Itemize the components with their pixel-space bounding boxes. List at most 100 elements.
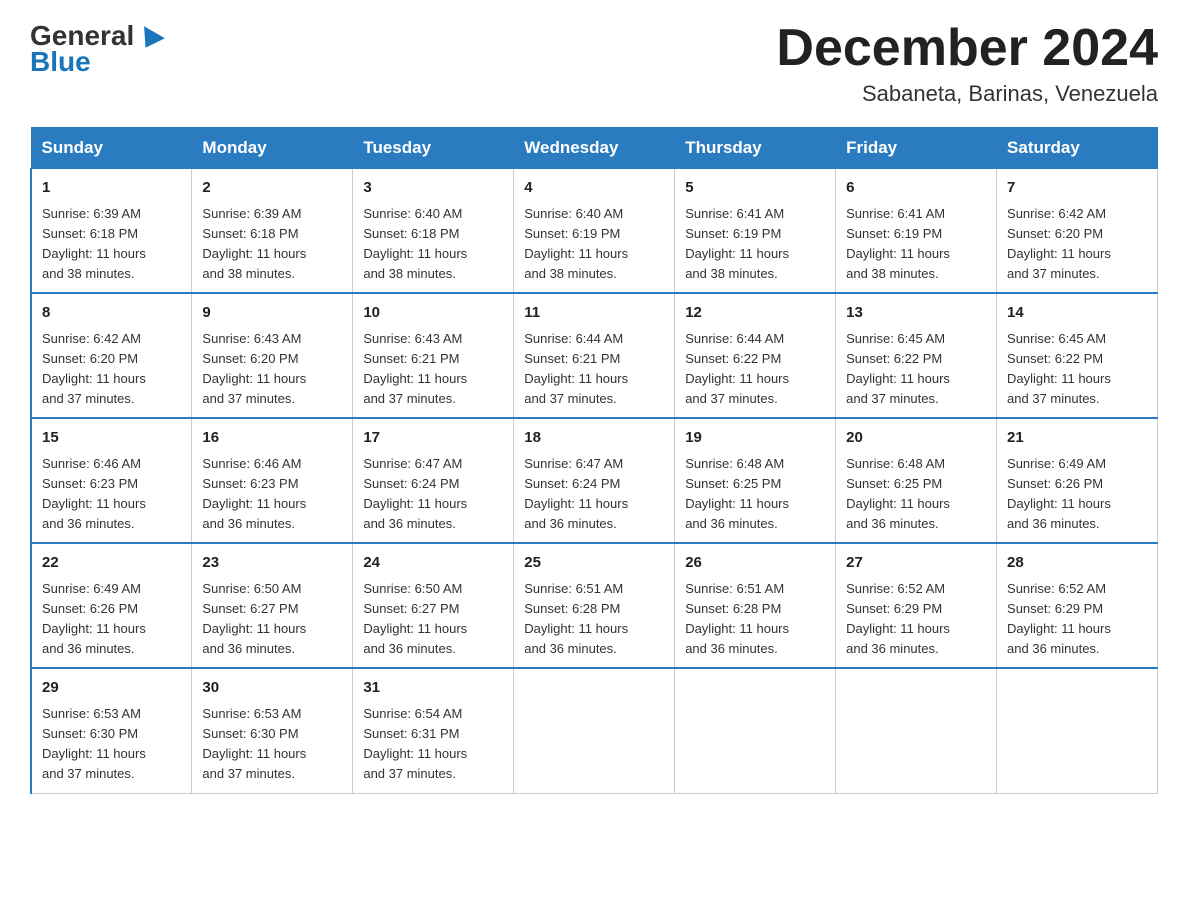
- day-cell: 23 Sunrise: 6:50 AM Sunset: 6:27 PM Dayli…: [192, 543, 353, 668]
- day-info: Sunrise: 6:51 AM Sunset: 6:28 PM Dayligh…: [685, 579, 825, 660]
- day-cell: [836, 668, 997, 793]
- day-number: 28: [1007, 552, 1147, 575]
- day-cell: 12Sunrise: 6:44 AM Sunset: 6:22 PM Dayli…: [675, 293, 836, 418]
- day-cell: 28 Sunrise: 6:52 AM Sunset: 6:29 PM Dayli…: [997, 543, 1158, 668]
- day-cell: 8 Sunrise: 6:42 AM Sunset: 6:20 PM Daylig…: [31, 293, 192, 418]
- day-number: 6: [846, 177, 986, 200]
- header-cell-sunday: Sunday: [31, 128, 192, 169]
- day-cell: 31 Sunrise: 6:54 AM Sunset: 6:31 PM Dayli…: [353, 668, 514, 793]
- day-cell: 25 Sunrise: 6:51 AM Sunset: 6:28 PM Dayli…: [514, 543, 675, 668]
- day-cell: 5Sunrise: 6:41 AM Sunset: 6:19 PM Daylig…: [675, 169, 836, 294]
- day-info: Sunrise: 6:46 AM Sunset: 6:23 PM Dayligh…: [202, 454, 342, 535]
- day-cell: 9 Sunrise: 6:43 AM Sunset: 6:20 PM Daylig…: [192, 293, 353, 418]
- day-number: 23: [202, 552, 342, 575]
- day-cell: 24 Sunrise: 6:50 AM Sunset: 6:27 PM Dayli…: [353, 543, 514, 668]
- day-info: Sunrise: 6:50 AM Sunset: 6:27 PM Dayligh…: [363, 579, 503, 660]
- day-number: 4: [524, 177, 664, 200]
- day-cell: [675, 668, 836, 793]
- day-info: Sunrise: 6:41 AM Sunset: 6:19 PM Dayligh…: [846, 204, 986, 285]
- day-number: 11: [524, 302, 664, 325]
- day-info: Sunrise: 6:49 AM Sunset: 6:26 PM Dayligh…: [42, 579, 181, 660]
- day-number: 21: [1007, 427, 1147, 450]
- logo: General Blue: [30, 20, 166, 78]
- header-cell-tuesday: Tuesday: [353, 128, 514, 169]
- header-cell-friday: Friday: [836, 128, 997, 169]
- day-number: 9: [202, 302, 342, 325]
- header-row: SundayMondayTuesdayWednesdayThursdayFrid…: [31, 128, 1158, 169]
- day-number: 29: [42, 677, 181, 700]
- day-number: 25: [524, 552, 664, 575]
- day-info: Sunrise: 6:52 AM Sunset: 6:29 PM Dayligh…: [1007, 579, 1147, 660]
- day-cell: 17Sunrise: 6:47 AM Sunset: 6:24 PM Dayli…: [353, 418, 514, 543]
- week-row-5: 29 Sunrise: 6:53 AM Sunset: 6:30 PM Dayli…: [31, 668, 1158, 793]
- day-info: Sunrise: 6:53 AM Sunset: 6:30 PM Dayligh…: [202, 704, 342, 785]
- day-number: 27: [846, 552, 986, 575]
- day-info: Sunrise: 6:54 AM Sunset: 6:31 PM Dayligh…: [363, 704, 503, 785]
- day-cell: [514, 668, 675, 793]
- day-number: 26: [685, 552, 825, 575]
- calendar-header: SundayMondayTuesdayWednesdayThursdayFrid…: [31, 128, 1158, 169]
- day-info: Sunrise: 6:49 AM Sunset: 6:26 PM Dayligh…: [1007, 454, 1147, 535]
- day-cell: [997, 668, 1158, 793]
- logo-triangle-icon: [135, 26, 165, 54]
- day-info: Sunrise: 6:45 AM Sunset: 6:22 PM Dayligh…: [1007, 329, 1147, 410]
- day-info: Sunrise: 6:40 AM Sunset: 6:18 PM Dayligh…: [363, 204, 503, 285]
- day-info: Sunrise: 6:47 AM Sunset: 6:24 PM Dayligh…: [524, 454, 664, 535]
- day-number: 17: [363, 427, 503, 450]
- day-number: 12: [685, 302, 825, 325]
- title-section: December 2024 Sabaneta, Barinas, Venezue…: [776, 20, 1158, 107]
- day-number: 3: [363, 177, 503, 200]
- day-cell: 15 Sunrise: 6:46 AM Sunset: 6:23 PM Dayli…: [31, 418, 192, 543]
- day-info: Sunrise: 6:48 AM Sunset: 6:25 PM Dayligh…: [846, 454, 986, 535]
- day-cell: 4 Sunrise: 6:40 AM Sunset: 6:19 PM Daylig…: [514, 169, 675, 294]
- page-header: General Blue December 2024 Sabaneta, Bar…: [30, 20, 1158, 107]
- day-cell: 14 Sunrise: 6:45 AM Sunset: 6:22 PM Dayli…: [997, 293, 1158, 418]
- day-number: 24: [363, 552, 503, 575]
- day-info: Sunrise: 6:43 AM Sunset: 6:20 PM Dayligh…: [202, 329, 342, 410]
- day-info: Sunrise: 6:44 AM Sunset: 6:21 PM Dayligh…: [524, 329, 664, 410]
- day-cell: 18 Sunrise: 6:47 AM Sunset: 6:24 PM Dayli…: [514, 418, 675, 543]
- day-number: 20: [846, 427, 986, 450]
- day-cell: 13Sunrise: 6:45 AM Sunset: 6:22 PM Dayli…: [836, 293, 997, 418]
- day-info: Sunrise: 6:52 AM Sunset: 6:29 PM Dayligh…: [846, 579, 986, 660]
- day-info: Sunrise: 6:53 AM Sunset: 6:30 PM Dayligh…: [42, 704, 181, 785]
- header-cell-thursday: Thursday: [675, 128, 836, 169]
- day-cell: 6 Sunrise: 6:41 AM Sunset: 6:19 PM Daylig…: [836, 169, 997, 294]
- day-number: 10: [363, 302, 503, 325]
- day-info: Sunrise: 6:42 AM Sunset: 6:20 PM Dayligh…: [42, 329, 181, 410]
- day-cell: 7Sunrise: 6:42 AM Sunset: 6:20 PM Daylig…: [997, 169, 1158, 294]
- day-cell: 1Sunrise: 6:39 AM Sunset: 6:18 PM Daylig…: [31, 169, 192, 294]
- day-cell: 29 Sunrise: 6:53 AM Sunset: 6:30 PM Dayli…: [31, 668, 192, 793]
- day-info: Sunrise: 6:48 AM Sunset: 6:25 PM Dayligh…: [685, 454, 825, 535]
- week-row-4: 22Sunrise: 6:49 AM Sunset: 6:26 PM Dayli…: [31, 543, 1158, 668]
- day-info: Sunrise: 6:50 AM Sunset: 6:27 PM Dayligh…: [202, 579, 342, 660]
- day-cell: 19 Sunrise: 6:48 AM Sunset: 6:25 PM Dayli…: [675, 418, 836, 543]
- day-cell: 16Sunrise: 6:46 AM Sunset: 6:23 PM Dayli…: [192, 418, 353, 543]
- day-number: 31: [363, 677, 503, 700]
- location-text: Sabaneta, Barinas, Venezuela: [776, 81, 1158, 107]
- day-info: Sunrise: 6:51 AM Sunset: 6:28 PM Dayligh…: [524, 579, 664, 660]
- day-info: Sunrise: 6:39 AM Sunset: 6:18 PM Dayligh…: [202, 204, 342, 285]
- day-cell: 20 Sunrise: 6:48 AM Sunset: 6:25 PM Dayli…: [836, 418, 997, 543]
- day-number: 5: [685, 177, 825, 200]
- day-cell: 30 Sunrise: 6:53 AM Sunset: 6:30 PM Dayli…: [192, 668, 353, 793]
- day-info: Sunrise: 6:43 AM Sunset: 6:21 PM Dayligh…: [363, 329, 503, 410]
- day-number: 8: [42, 302, 181, 325]
- header-cell-wednesday: Wednesday: [514, 128, 675, 169]
- day-cell: 21 Sunrise: 6:49 AM Sunset: 6:26 PM Dayli…: [997, 418, 1158, 543]
- day-info: Sunrise: 6:46 AM Sunset: 6:23 PM Dayligh…: [42, 454, 181, 535]
- day-cell: 2Sunrise: 6:39 AM Sunset: 6:18 PM Daylig…: [192, 169, 353, 294]
- day-number: 7: [1007, 177, 1147, 200]
- month-title: December 2024: [776, 20, 1158, 77]
- day-info: Sunrise: 6:40 AM Sunset: 6:19 PM Dayligh…: [524, 204, 664, 285]
- day-number: 30: [202, 677, 342, 700]
- day-number: 14: [1007, 302, 1147, 325]
- day-number: 18: [524, 427, 664, 450]
- logo-blue-text: Blue: [30, 46, 91, 78]
- week-row-3: 15 Sunrise: 6:46 AM Sunset: 6:23 PM Dayli…: [31, 418, 1158, 543]
- day-cell: 11 Sunrise: 6:44 AM Sunset: 6:21 PM Dayli…: [514, 293, 675, 418]
- week-row-2: 8 Sunrise: 6:42 AM Sunset: 6:20 PM Daylig…: [31, 293, 1158, 418]
- day-number: 19: [685, 427, 825, 450]
- day-number: 15: [42, 427, 181, 450]
- header-cell-monday: Monday: [192, 128, 353, 169]
